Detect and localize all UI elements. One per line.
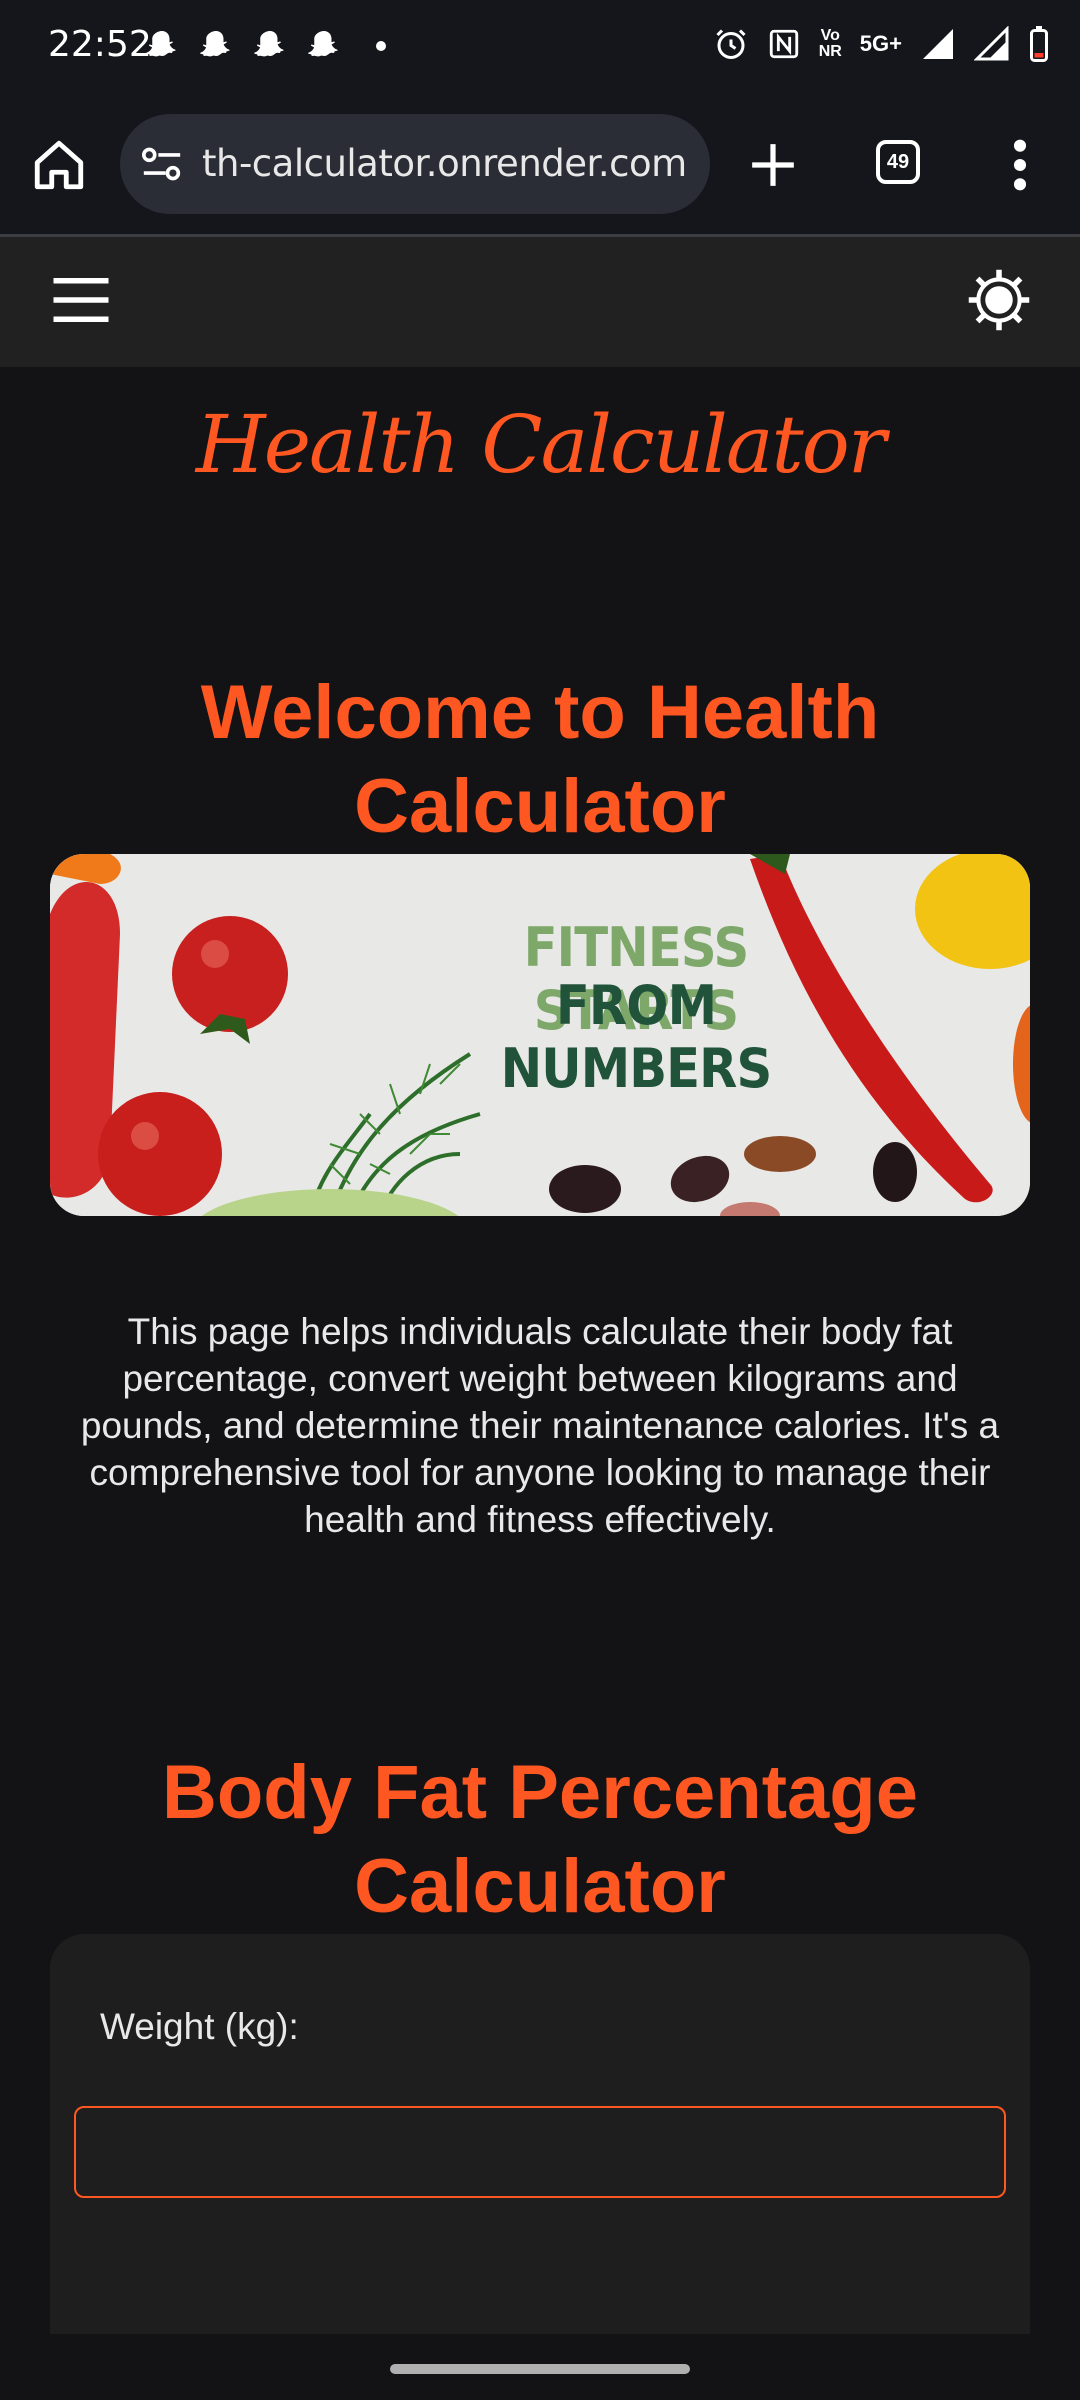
signal-icon <box>974 26 1009 61</box>
dot-icon <box>376 41 386 51</box>
sun-theme-icon[interactable] <box>966 267 1032 333</box>
snapchat-icon <box>200 31 230 57</box>
alarm-icon <box>716 29 746 59</box>
banner-text-line2: FROM NUMBERS <box>500 974 773 1100</box>
snapchat-icon <box>146 31 176 57</box>
status-time: 22:52 <box>48 24 152 65</box>
more-vert-icon[interactable] <box>1010 136 1030 194</box>
plus-icon[interactable] <box>748 140 798 190</box>
app-header <box>0 237 1080 367</box>
nfc-icon <box>769 29 798 59</box>
body-fat-form-card: Weight (kg): <box>50 1934 1030 2334</box>
hamburger-menu-icon[interactable] <box>48 267 114 333</box>
weight-label: Weight (kg): <box>100 2006 299 2047</box>
tabs-button[interactable]: 49 <box>876 140 920 184</box>
browser-toolbar: th-calculator.onrender.com 49 <box>0 96 1080 237</box>
welcome-title: Welcome to Health Calculator <box>200 670 880 849</box>
home-gesture-handle[interactable] <box>390 2364 690 2374</box>
system-nav-bar <box>0 2334 1080 2400</box>
hero-banner-image: FITNESS STARTS FROM NUMBERS <box>50 854 1030 1216</box>
battery-icon <box>1030 26 1048 62</box>
site-logo: Health Calculator <box>195 398 886 491</box>
status-bar: 22:52 Vo NR 5G+ <box>0 0 1080 96</box>
body-fat-title: Body Fat Percentage Calculator <box>162 1750 918 1929</box>
welcome-description: This page helps individuals calculate th… <box>80 1311 1000 1540</box>
network-type: 5G+ <box>859 31 902 56</box>
home-icon[interactable] <box>30 136 88 194</box>
address-bar[interactable]: th-calculator.onrender.com <box>120 114 710 214</box>
weight-input[interactable] <box>74 2106 1006 2198</box>
snapchat-icon <box>308 31 338 57</box>
system-icons: Vo NR 5G+ <box>713 26 1050 62</box>
vonr-indicator: Vo NR <box>818 27 842 60</box>
url-text[interactable]: th-calculator.onrender.com <box>202 142 687 185</box>
notification-icons <box>144 28 386 64</box>
signal-icon <box>923 29 953 59</box>
site-settings-icon[interactable] <box>140 144 184 184</box>
snapchat-icon <box>254 31 284 57</box>
